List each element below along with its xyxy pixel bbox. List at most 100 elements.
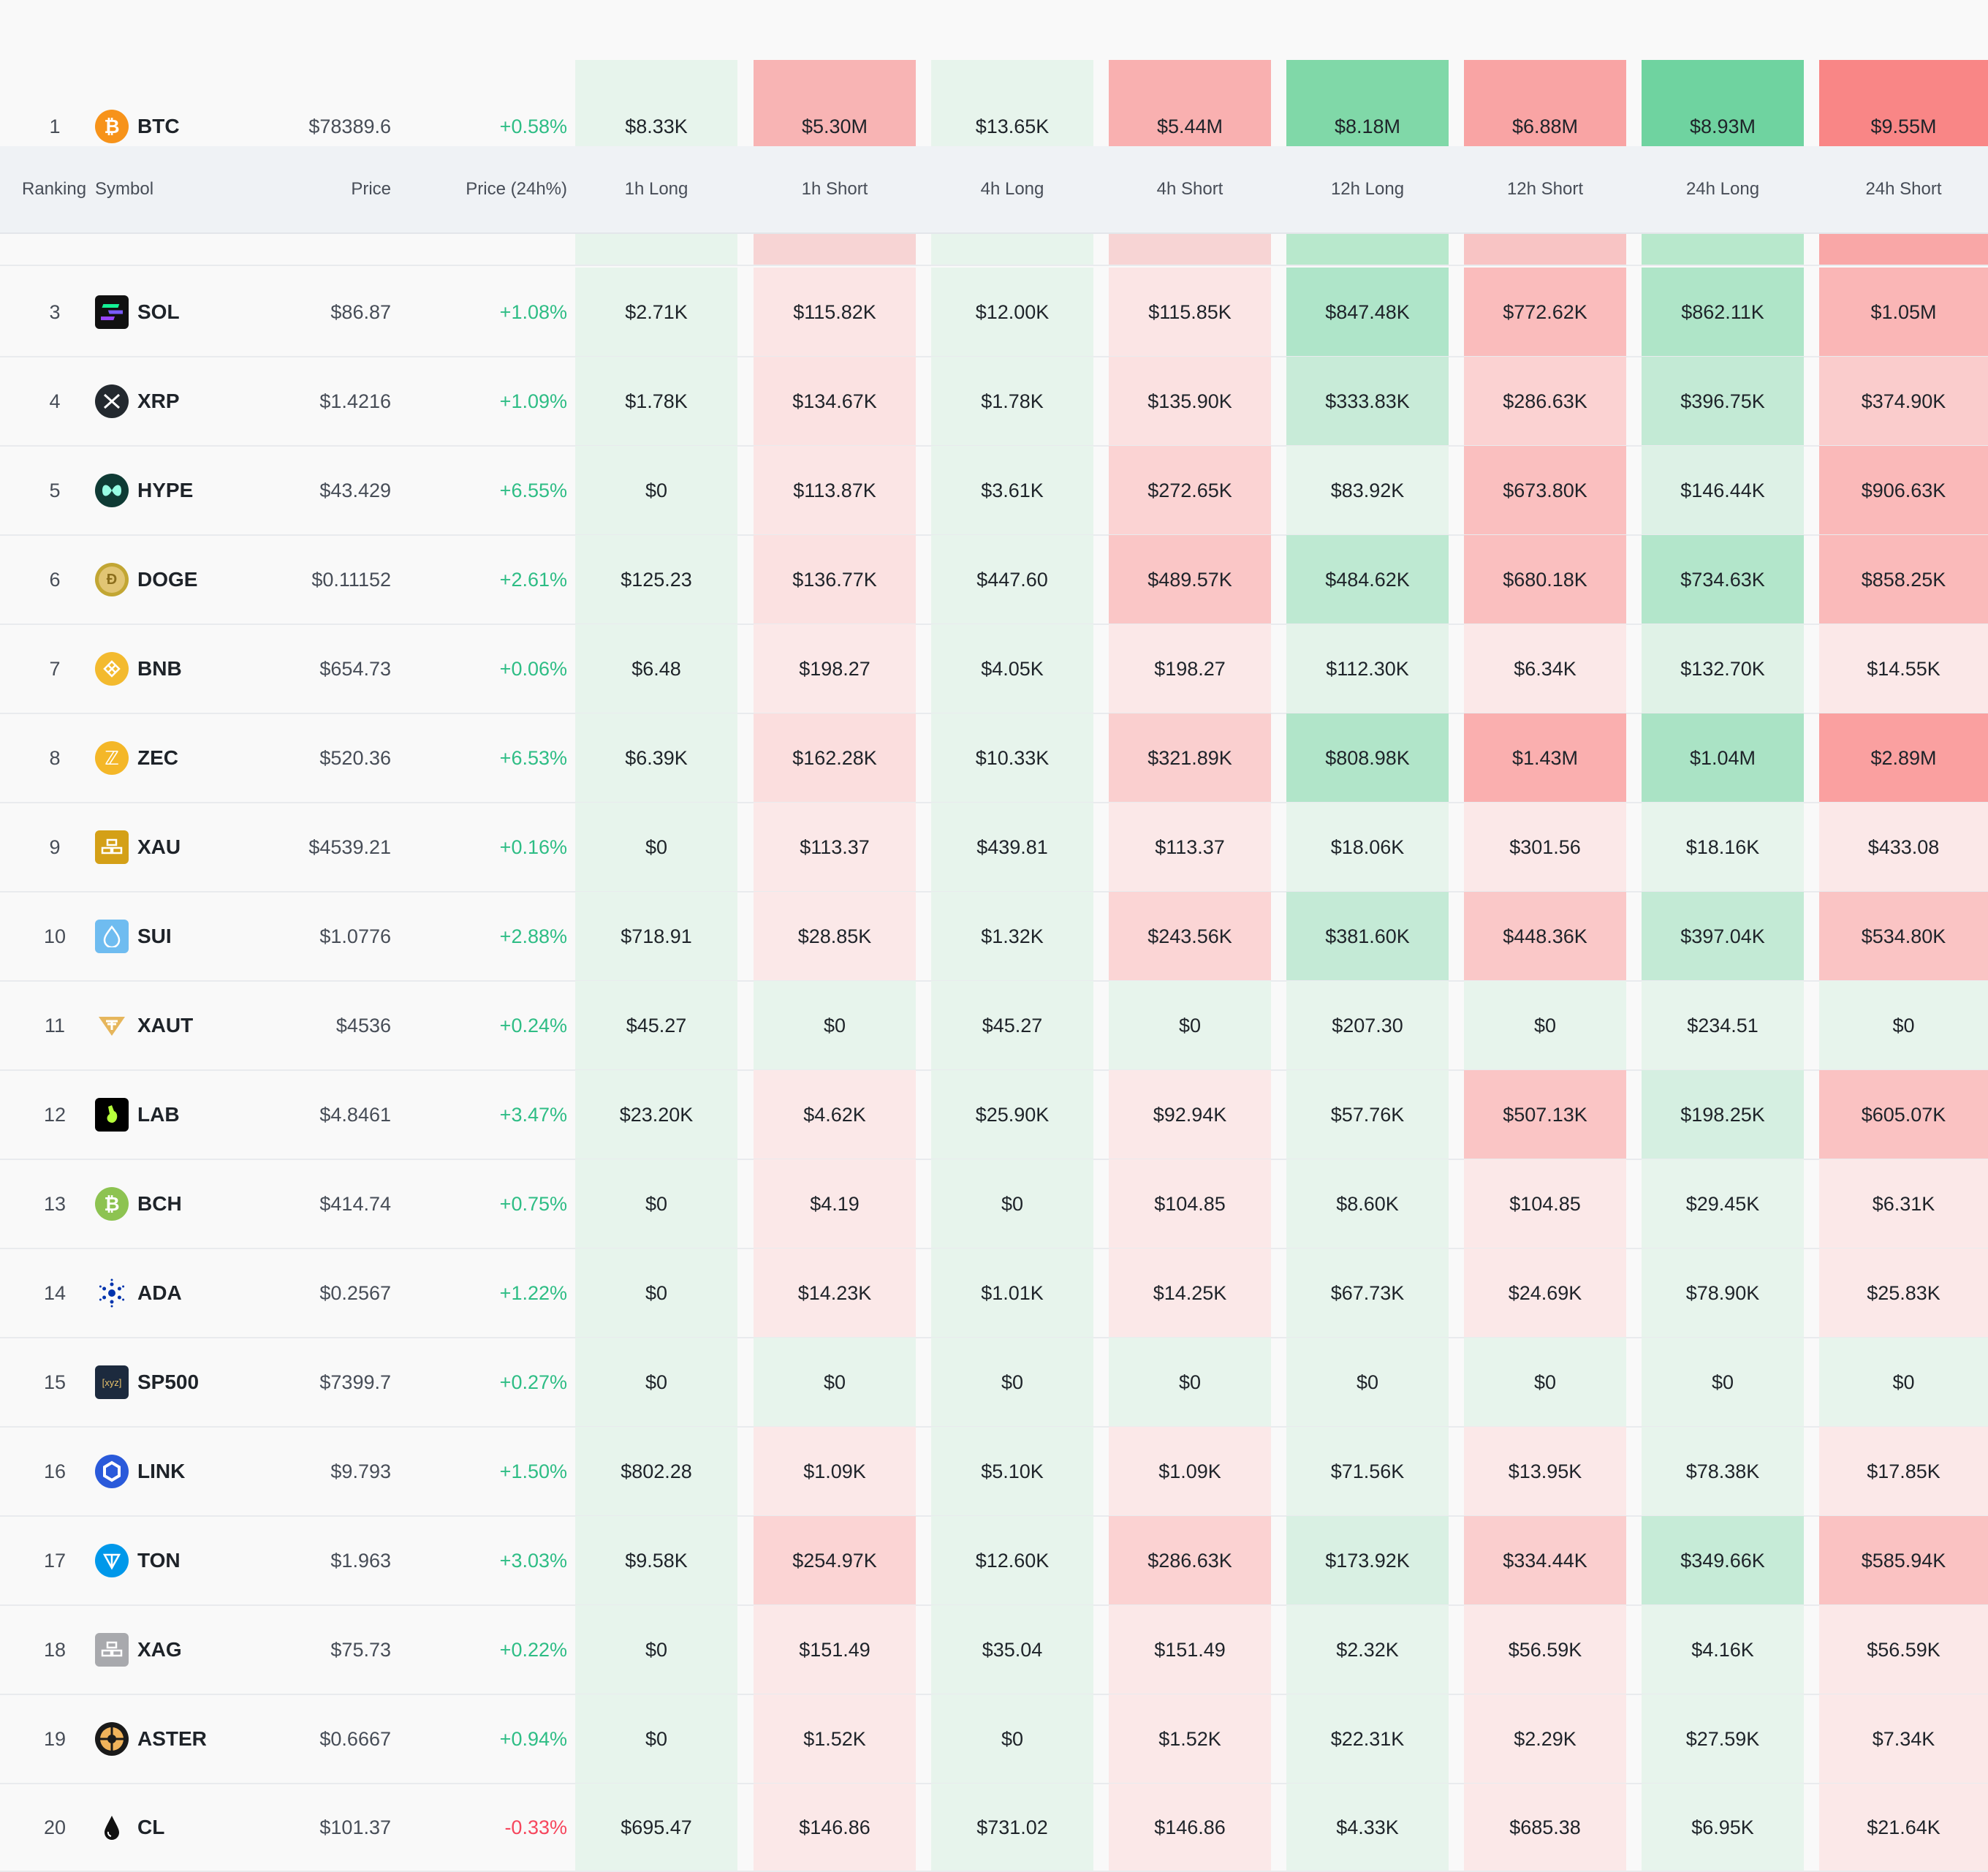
liquidation-cell: $2.29K	[1464, 1694, 1626, 1784]
header-1h-short[interactable]: 1h Short	[754, 146, 916, 232]
liquidation-cell: $162.28K	[754, 713, 916, 803]
liquidation-cell: $134.67K	[754, 357, 916, 446]
rank-cell: 17	[43, 1549, 67, 1572]
liquidation-cell: $6.34K	[1464, 624, 1626, 713]
symbol-label: TON	[137, 1549, 181, 1572]
header-24h-long[interactable]: 24h Long	[1642, 146, 1804, 232]
liquidation-cell: $286.63K	[1109, 1516, 1271, 1605]
table-row[interactable]: 6 Ð DOGE $0.11152 +2.61% $125.23 $136.77K $447.…	[0, 535, 1988, 624]
liquidation-cell: $847.48K	[1286, 268, 1449, 357]
liquidation-cell: $5.30M	[754, 60, 916, 149]
header-price[interactable]: Price	[241, 146, 391, 232]
liquidation-cell: $0	[754, 981, 916, 1070]
symbol-label: LINK	[137, 1460, 186, 1482]
table-row[interactable]: 18 XAG $75.73 +0.22% $0 $151.49 $35.04 $151.49 $…	[0, 1605, 1988, 1694]
liquidation-cell: $56.59K	[1819, 1605, 1988, 1694]
header-change[interactable]: Price (24h%)	[409, 146, 567, 232]
liquidation-cell: $286.63K	[1464, 357, 1626, 446]
liquidation-cell: $18.16K	[1642, 803, 1804, 892]
change-cell: +3.47%	[499, 1103, 567, 1126]
header-4h-long[interactable]: 4h Long	[931, 146, 1093, 232]
liquidation-cell: $4.62K	[754, 1070, 916, 1159]
liquidation-cell: $67.73K	[1286, 1248, 1449, 1338]
table-row[interactable]: 15 [xyz] SP500 $7399.7 +0.27% $0 $0 $0 $0 $0 $0 $0 $…	[0, 1338, 1988, 1427]
liquidation-cell: $71.56K	[1286, 1427, 1449, 1516]
table-row[interactable]: 4 XRP $1.4216 +1.09% $1.78K $134.67K $1.78K $13…	[0, 357, 1988, 446]
liquidation-cell: $22.31K	[1286, 1694, 1449, 1784]
symbol-label: XAG	[137, 1638, 182, 1661]
header-24h-short[interactable]: 24h Short	[1819, 146, 1988, 232]
change-cell: +0.06%	[499, 657, 567, 680]
liquidation-cell: $45.27	[931, 981, 1093, 1070]
symbol-label: SOL	[137, 300, 180, 323]
table-header: Ranking Symbol Price Price (24h%) 1h Lon…	[0, 146, 1988, 234]
liquidation-cell: $24.69K	[1464, 1248, 1626, 1338]
liquidation-cell: $0	[1819, 1338, 1988, 1427]
liquidation-cell: $198.27	[1109, 624, 1271, 713]
liquidation-cell: $685.38	[1464, 1784, 1626, 1871]
price-cell: $4539.21	[308, 835, 391, 858]
table-row[interactable]: 8 ℤ ZEC $520.36 +6.53% $6.39K $162.28K $10.33K $…	[0, 713, 1988, 803]
header-1h-long[interactable]: 1h Long	[575, 146, 737, 232]
header-12h-short[interactable]: 12h Short	[1464, 146, 1626, 232]
table-row[interactable]: 3 SOL $86.87 +1.08% $2.71K $115.82K $12.00K $11…	[0, 268, 1988, 357]
cardano-icon	[95, 1276, 129, 1310]
table-row[interactable]: 16 LINK $9.793 +1.50% $802.28 $1.09K $5.10K $1.…	[0, 1427, 1988, 1516]
liquidation-cell: $374.90K	[1819, 357, 1988, 446]
liquidation-cell: $151.49	[754, 1605, 916, 1694]
change-cell: +0.22%	[499, 1638, 567, 1661]
liquidation-cell: $6.39K	[575, 713, 737, 803]
table-row[interactable]: 7 BNB $654.73 +0.06% $6.48 $198.27 $4.05K $198.…	[0, 624, 1988, 713]
table-row[interactable]: 20 CL $101.37 -0.33% $695.47 $146.86 $731.02 $1…	[0, 1784, 1988, 1871]
liquidation-cell: $83.92K	[1286, 446, 1449, 535]
liquidation-cell: $731.02	[931, 1784, 1093, 1871]
rank-cell: 3	[49, 300, 61, 323]
table-row[interactable]: 17 TON $1.963 +3.03% $9.58K $254.97K $12.60K $2…	[0, 1516, 1988, 1605]
rank-cell: 14	[43, 1281, 67, 1304]
liquidation-cell: $718.91	[575, 892, 737, 981]
hype-icon	[95, 474, 129, 507]
liquidation-cell: $8.60K	[1286, 1159, 1449, 1248]
symbol-label: BTC	[137, 115, 180, 137]
liquidation-cell: $397.04K	[1642, 892, 1804, 981]
liquidation-cell: $132.70K	[1642, 624, 1804, 713]
liquidation-cell: $0	[1109, 1338, 1271, 1427]
liquidation-cell: $2.89M	[1819, 713, 1988, 803]
table-row[interactable]: 13 ₿ BCH $414.74 +0.75% $0 $4.19 $0 $104.85 $8.60…	[0, 1159, 1988, 1248]
symbol-label: LAB	[137, 1103, 180, 1126]
header-4h-short[interactable]: 4h Short	[1109, 146, 1271, 232]
liquidation-cell: $448.36K	[1464, 892, 1626, 981]
symbol-label: SUI	[137, 925, 172, 947]
liquidation-cell: $23.20K	[575, 1070, 737, 1159]
liquidation-cell: $4.16K	[1642, 1605, 1804, 1694]
table-row[interactable]: 12 LAB $4.8461 +3.47% $23.20K $4.62K $25.90K $9…	[0, 1070, 1988, 1159]
symbol-label: ASTER	[137, 1727, 207, 1750]
table-row[interactable]: 11 XAUT $4536 +0.24% $45.27 $0 $45.27 $0 $207.30…	[0, 981, 1988, 1070]
table-row[interactable]: 5 HYPE $43.429 +6.55% $0 $113.87K $3.61K $272.6…	[0, 446, 1988, 535]
liquidation-cell: $5.44M	[1109, 60, 1271, 149]
liquidation-cell: $146.44K	[1642, 446, 1804, 535]
liquidation-cell: $115.82K	[754, 268, 916, 357]
table-row[interactable]: 10 SUI $1.0776 +2.88% $718.91 $28.85K $1.32K $2…	[0, 892, 1988, 981]
rank-cell: 8	[49, 746, 61, 769]
liquidation-cell: $0	[575, 1248, 737, 1338]
header-12h-long[interactable]: 12h Long	[1286, 146, 1449, 232]
table-row[interactable]: 9 XAU $4539.21 +0.16% $0 $113.37 $439.81 $113.3…	[0, 803, 1988, 892]
liquidation-cell: $272.65K	[1109, 446, 1271, 535]
liquidation-cell: $12.60K	[931, 1516, 1093, 1605]
liquidation-cell: $1.32K	[931, 892, 1093, 981]
liquidation-cell: $1.52K	[1109, 1694, 1271, 1784]
table-row[interactable]: 14 ADA $0.2567 +1.22% $0 $14.23K $1.01K $14.25K…	[0, 1248, 1988, 1338]
liquidation-cell: $6.31K	[1819, 1159, 1988, 1248]
change-cell: +6.55%	[499, 479, 567, 501]
table-row[interactable]: 1 ₿ BTC $78389.6 +0.58% $8.33K $5.30M $13.65K $5…	[0, 60, 1988, 149]
change-cell: +0.75%	[499, 1192, 567, 1215]
liquidation-cell: $135.90K	[1109, 357, 1271, 446]
change-cell: +0.16%	[499, 835, 567, 858]
liquidation-cell: $14.23K	[754, 1248, 916, 1338]
header-symbol[interactable]: Symbol	[95, 146, 153, 232]
table-row[interactable]: 19 ASTER $0.6667 +0.94% $0 $1.52K $0 $1.52K $22.…	[0, 1694, 1988, 1784]
price-cell: $86.87	[330, 300, 391, 323]
price-cell: $9.793	[330, 1460, 391, 1482]
header-ranking[interactable]: Ranking	[22, 146, 86, 232]
